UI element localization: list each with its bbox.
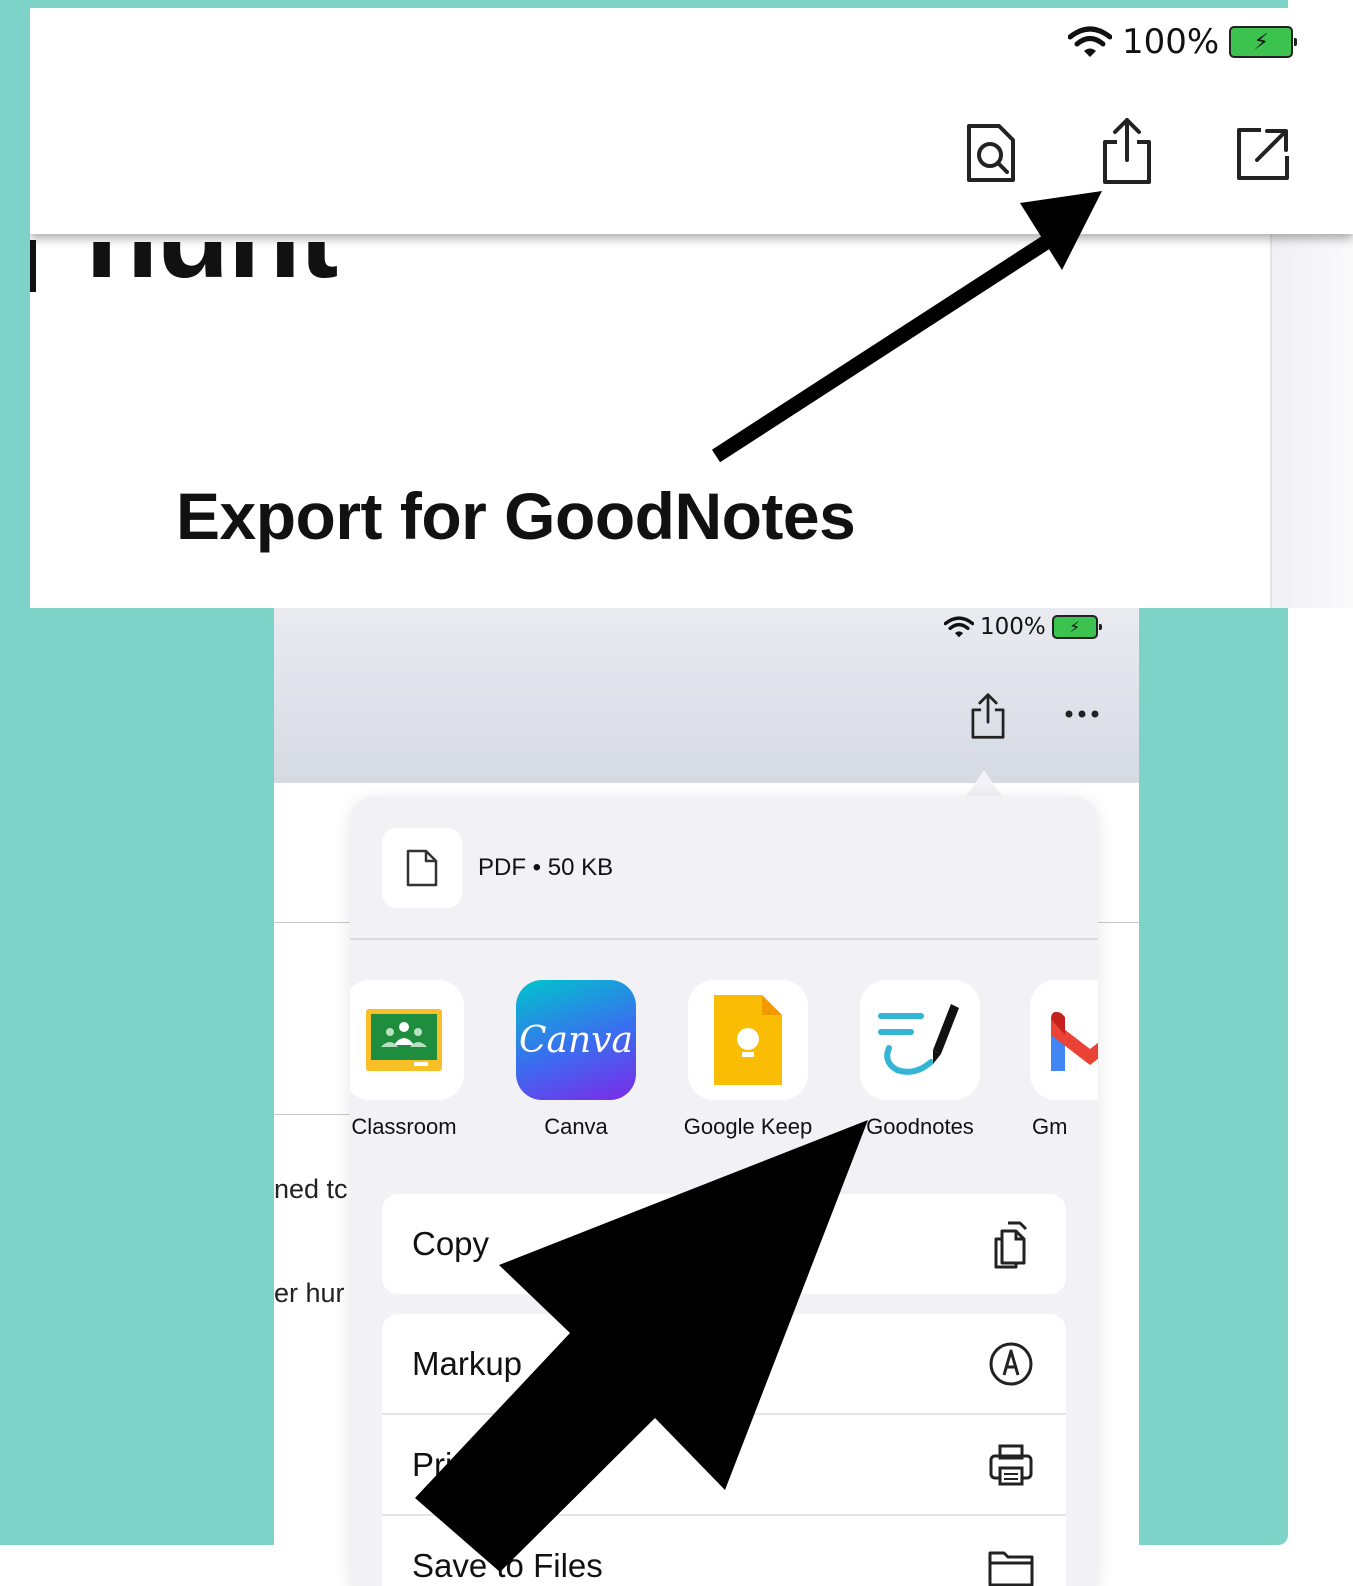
- pointer-arrow-to-goodnotes: [415, 1120, 868, 1572]
